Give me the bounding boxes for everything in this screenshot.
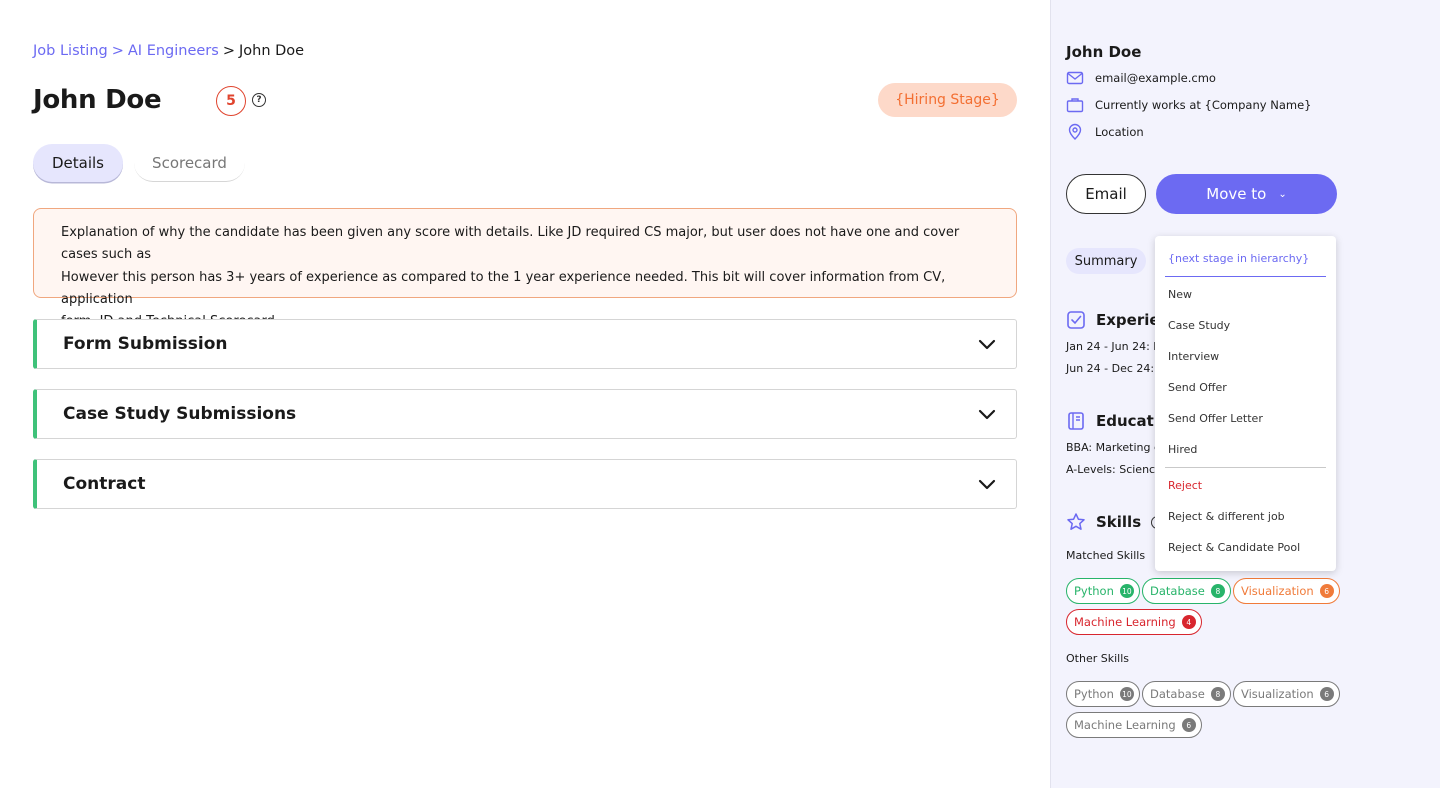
dropdown-item-reject-different-job[interactable]: Reject & different job bbox=[1168, 510, 1285, 523]
skill-count-badge: 4 bbox=[1181, 615, 1196, 629]
score-explanation: Explanation of why the candidate has bee… bbox=[33, 208, 1017, 329]
location-pin-icon bbox=[1068, 123, 1082, 140]
skill-name: Machine Learning bbox=[1074, 615, 1176, 629]
move-to-dropdown: {next stage in hierarchy} New Case Study… bbox=[1155, 236, 1336, 571]
breadcrumb-ai-engineers[interactable]: AI Engineers bbox=[128, 43, 219, 59]
breadcrumb: Job Listing > AI Engineers > John Doe bbox=[33, 43, 304, 59]
dropdown-item-send-offer[interactable]: Send Offer bbox=[1168, 381, 1227, 394]
location-row: Location bbox=[1066, 123, 1144, 141]
candidate-company: Currently works at {Company Name} bbox=[1095, 98, 1312, 112]
matched-skills-label: Matched Skills bbox=[1066, 549, 1146, 562]
email-button[interactable]: Email bbox=[1066, 174, 1146, 214]
summary-tab[interactable]: Summary bbox=[1066, 248, 1146, 274]
email-row: email@example.cmo bbox=[1066, 69, 1216, 87]
breadcrumb-separator: > bbox=[222, 43, 235, 59]
star-icon bbox=[1067, 513, 1085, 530]
skill-name: Database bbox=[1150, 687, 1205, 701]
skill-count-badge: 6 bbox=[1319, 584, 1334, 598]
tab-details[interactable]: Details bbox=[33, 144, 123, 182]
score-badge: 5 bbox=[216, 86, 246, 116]
help-icon[interactable]: ? bbox=[252, 93, 266, 107]
dropdown-item-send-offer-letter[interactable]: Send Offer Letter bbox=[1168, 412, 1263, 425]
explanation-line: Explanation of why the candidate has bee… bbox=[61, 225, 960, 263]
dropdown-item-case-study[interactable]: Case Study bbox=[1168, 319, 1230, 332]
skill-count-badge: 8 bbox=[1210, 584, 1225, 598]
dropdown-item-hired[interactable]: Hired bbox=[1168, 443, 1197, 456]
breadcrumb-current: John Doe bbox=[238, 43, 305, 59]
skills-heading: Skills ? bbox=[1066, 512, 1165, 532]
breadcrumb-separator: > bbox=[111, 43, 124, 59]
skill-name: Visualization bbox=[1241, 687, 1314, 701]
explanation-line: However this person has 3+ years of expe… bbox=[61, 269, 946, 307]
skill-name: Machine Learning bbox=[1074, 718, 1176, 732]
skill-chip: Database 8 bbox=[1142, 578, 1231, 604]
accordion-contract[interactable]: Contract bbox=[33, 459, 1017, 509]
book-icon bbox=[1068, 412, 1084, 430]
skill-count-badge: 6 bbox=[1181, 718, 1196, 732]
skill-chip: Visualization 6 bbox=[1233, 681, 1340, 707]
education-heading: Educatic bbox=[1066, 411, 1168, 431]
briefcase-icon bbox=[1066, 98, 1084, 113]
skill-name: Python bbox=[1074, 687, 1114, 701]
skill-chip: Database 8 bbox=[1142, 681, 1231, 707]
skill-name: Python bbox=[1074, 584, 1114, 598]
move-to-button[interactable]: Move to ⌄ bbox=[1156, 174, 1337, 214]
skill-chip: Machine Learning 6 bbox=[1066, 712, 1202, 738]
mail-icon bbox=[1066, 71, 1084, 85]
other-skills-label: Other Skills bbox=[1066, 652, 1129, 665]
skill-chip: Visualization 6 bbox=[1233, 578, 1340, 604]
dropdown-item-interview[interactable]: Interview bbox=[1168, 350, 1219, 363]
main-content: Job Listing > AI Engineers > John Doe John D… bbox=[0, 0, 1050, 788]
skill-name: Visualization bbox=[1241, 584, 1314, 598]
accordion-case-study-submissions[interactable]: Case Study Submissions bbox=[33, 389, 1017, 439]
skills-title: Skills bbox=[1096, 513, 1142, 531]
dropdown-next-stage[interactable]: {next stage in hierarchy} bbox=[1168, 252, 1309, 265]
move-to-label: Move to bbox=[1206, 185, 1267, 203]
skill-count-badge: 8 bbox=[1210, 687, 1225, 701]
skill-name: Database bbox=[1150, 584, 1205, 598]
dropdown-item-reject[interactable]: Reject bbox=[1168, 479, 1202, 492]
skill-chip: Python 10 bbox=[1066, 681, 1140, 707]
skill-chip: Machine Learning 4 bbox=[1066, 609, 1202, 635]
skill-count-badge: 10 bbox=[1119, 584, 1134, 598]
dropdown-item-new[interactable]: New bbox=[1168, 288, 1192, 301]
checkbox-icon bbox=[1067, 311, 1085, 329]
divider bbox=[1165, 276, 1326, 277]
chevron-down-icon: ⌄ bbox=[1278, 188, 1287, 200]
hiring-stage-badge: {Hiring Stage} bbox=[878, 83, 1017, 117]
chevron-down-icon bbox=[978, 479, 996, 490]
chevron-down-icon bbox=[978, 339, 996, 350]
skill-count-badge: 10 bbox=[1119, 687, 1134, 701]
divider bbox=[1165, 467, 1326, 468]
page-title: John Doe bbox=[33, 85, 162, 115]
dropdown-item-reject-candidate-pool[interactable]: Reject & Candidate Pool bbox=[1168, 541, 1300, 554]
accordion-form-submission[interactable]: Form Submission bbox=[33, 319, 1017, 369]
breadcrumb-job-listing[interactable]: Job Listing bbox=[33, 43, 108, 59]
works-row: Currently works at {Company Name} bbox=[1066, 96, 1311, 114]
accordion-title: Form Submission bbox=[63, 334, 228, 354]
experience-line: Jan 24 - Jun 24: F bbox=[1066, 340, 1160, 353]
skill-count-badge: 6 bbox=[1319, 687, 1334, 701]
skill-chip: Python 10 bbox=[1066, 578, 1140, 604]
candidate-location: Location bbox=[1095, 125, 1144, 139]
accordion-title: Case Study Submissions bbox=[63, 404, 297, 424]
candidate-name: John Doe bbox=[1066, 43, 1142, 61]
education-line: A-Levels: Science bbox=[1066, 463, 1162, 476]
tab-scorecard[interactable]: Scorecard bbox=[134, 144, 245, 182]
chevron-down-icon bbox=[978, 409, 996, 420]
accordion-title: Contract bbox=[63, 474, 146, 494]
education-line: BBA: Marketing c bbox=[1066, 441, 1160, 454]
experience-line: Jun 24 - Dec 24: I bbox=[1066, 362, 1161, 375]
candidate-email: email@example.cmo bbox=[1095, 71, 1216, 85]
